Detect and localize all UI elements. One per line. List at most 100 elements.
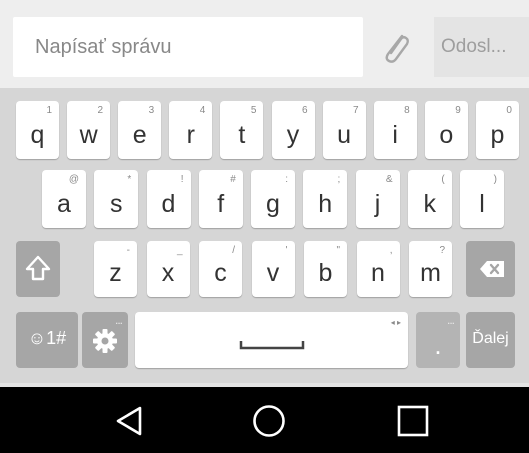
key-hint: , [389,245,393,256]
key-hint: ; [337,174,341,185]
key-label: o [439,121,454,149]
key-hint: 5 [250,105,257,116]
key-z[interactable]: -z [94,241,137,297]
shift-arrow-icon [25,255,51,281]
space-bar-icon [239,341,305,350]
key-p[interactable]: 0p [475,101,519,159]
next-key[interactable]: Ďalej [466,312,515,368]
key-hint: 8 [404,105,410,116]
key-hint: ( [441,174,445,185]
key-h[interactable]: ; h [303,170,348,228]
key-label: e [132,121,147,149]
period-key-hint: ... [446,313,455,327]
key-d[interactable]: ! d [146,170,191,228]
key-label: h [318,190,333,218]
key-label: b [318,259,333,287]
shift-key[interactable] [16,241,60,297]
key-label: m [420,259,441,287]
back-triangle-icon[interactable] [111,403,147,439]
key-x[interactable]: _ x [146,241,190,297]
key-label: d [161,190,176,218]
key-e[interactable]: 3e [118,101,162,159]
key-label: g [266,190,280,218]
key-v[interactable]: ' v [251,241,295,297]
message-input[interactable]: Napísať správu [13,17,363,77]
key-l[interactable]: ) l [460,170,504,228]
period-key[interactable]: ... . [416,312,460,368]
key-label: u [337,121,352,149]
key-hint: ' [285,245,288,256]
backspace-icon [480,261,504,277]
key-label: f [217,190,225,218]
key-y[interactable]: 6y [271,101,315,159]
key-label: a [57,190,71,218]
key-m[interactable]: ? m [409,241,452,297]
period-key-label: . [434,330,442,360]
key-q[interactable]: 1q [16,101,59,159]
key-hint: ! [180,174,184,185]
key-k[interactable]: (k [407,170,452,228]
recents-square-icon[interactable] [395,403,431,439]
key-hint: 9 [455,105,461,116]
key-label: w [79,121,98,149]
key-label: l [479,190,485,218]
space-key[interactable]: ◂ ▸ [135,312,408,368]
key-hint: : [285,174,288,185]
key-a[interactable]: @ a [42,170,86,228]
key-hint: ) [493,174,497,185]
key-hint: 3 [148,105,155,116]
key-label: r [186,121,195,149]
settings-key[interactable]: ... [82,312,128,368]
key-g[interactable]: :g [251,170,295,228]
key-c[interactable]: / c [199,241,242,297]
key-label: k [423,190,437,218]
key-hint: 6 [301,105,308,116]
symbols-key[interactable]: ☺1# [16,312,78,368]
key-label: i [392,121,398,149]
key-hint: 4 [199,105,206,116]
key-n[interactable]: ,n [356,241,400,297]
key-label: s [110,190,123,218]
navigation-bar [0,387,529,453]
key-hint: & [385,174,393,185]
key-hint: # [230,174,236,185]
key-label: c [214,259,227,287]
key-u[interactable]: 7u [322,101,366,159]
key-f[interactable]: # f [198,170,243,228]
key-hint: 7 [353,105,359,116]
key-label: x [161,259,175,287]
backspace-key[interactable] [466,241,515,297]
key-label: n [371,259,385,287]
key-label: t [238,121,246,149]
key-hint: / [232,245,235,256]
key-label: y [286,121,300,149]
key-hint: 1 [46,105,52,116]
send-button[interactable]: Odosl... [434,17,529,77]
key-w[interactable]: 2w [67,101,111,159]
key-hint: - [126,245,130,256]
key-label: p [490,121,505,149]
compose-bar: Napísať správu Odosl... [0,0,529,88]
key-j[interactable]: & j [355,170,400,228]
key-hint: @ [68,174,79,185]
home-circle-icon[interactable] [251,403,287,439]
settings-key-hint: ... [114,313,123,327]
symbols-key-label: ☺1# [27,328,67,348]
key-label: j [374,190,381,218]
next-key-label: Ďalej [472,330,509,347]
key-hint: " [336,245,340,256]
key-i[interactable]: 8i [373,101,417,159]
key-hint: * [127,174,132,185]
key-hint: 0 [506,105,512,116]
key-label: z [109,259,122,287]
paperclip-icon[interactable] [376,28,416,68]
key-s[interactable]: * s [94,170,139,228]
key-o[interactable]: 9o [424,101,468,159]
key-r[interactable]: 4r [169,101,213,159]
key-t[interactable]: 5t [220,101,264,159]
key-hint: 2 [97,105,104,116]
key-label: q [30,121,45,149]
key-hint: _ [176,245,183,256]
key-b[interactable]: " b [304,241,347,297]
key-label: v [266,259,280,287]
